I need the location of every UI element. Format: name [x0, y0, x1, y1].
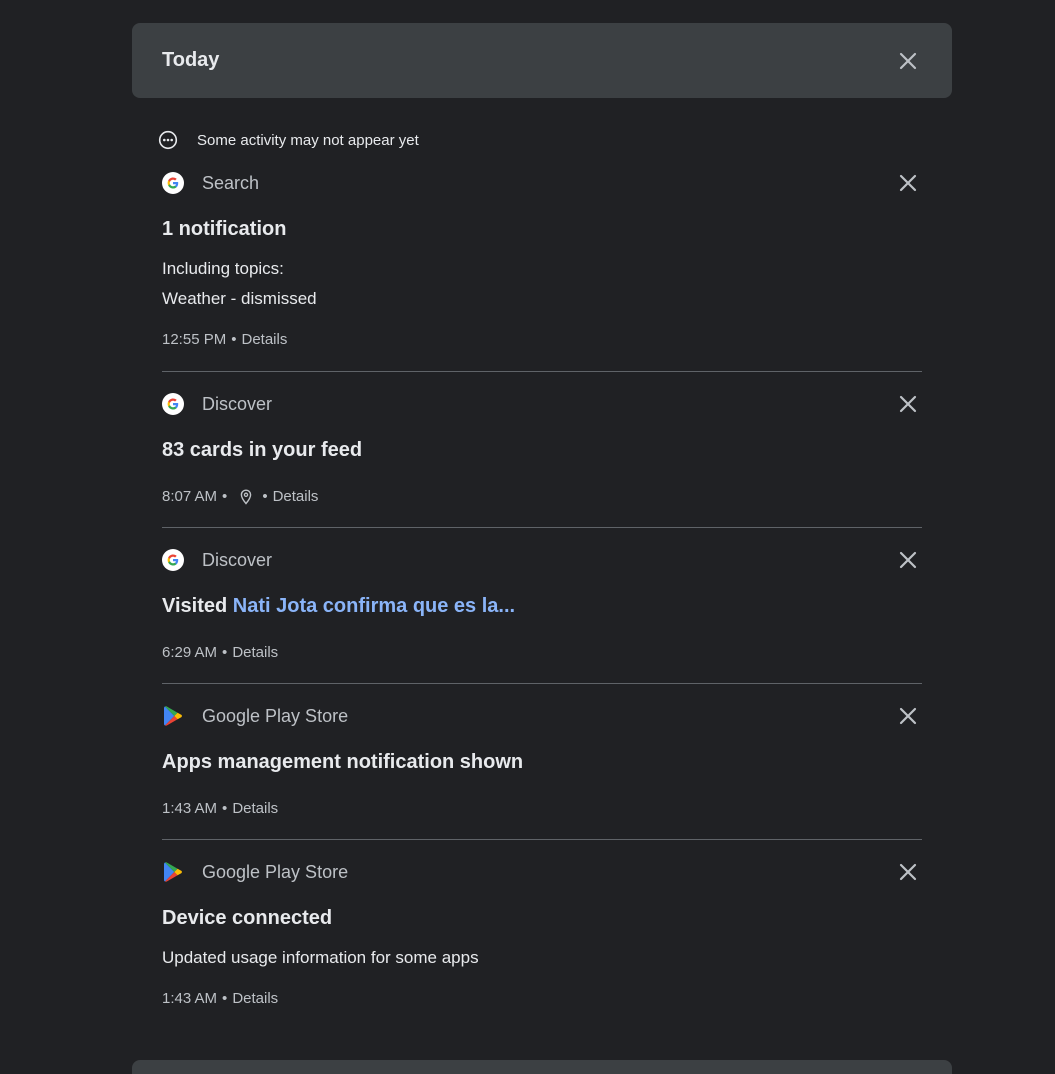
app-name: Discover [202, 549, 273, 570]
visited-page-link[interactable]: Nati Jota confirma que es la... [233, 595, 515, 617]
google-play-icon [164, 706, 182, 726]
activity-card: Google Play Store Apps management notifi… [162, 703, 922, 833]
activity-card: Search 1 notification Including topics: … [162, 170, 922, 360]
card-meta: 8:07 AM • • Details [162, 488, 318, 505]
day-title: Today [162, 49, 220, 71]
divider [162, 683, 922, 684]
close-icon [899, 174, 917, 192]
close-icon [899, 707, 917, 725]
card-line: Weather - dismissed [162, 289, 317, 308]
location-pin-icon[interactable] [239, 488, 253, 505]
day-header: Today [132, 23, 952, 98]
delete-item-button[interactable] [892, 388, 924, 420]
activity-card: Google Play Store Device connected Updat… [162, 859, 922, 1029]
timestamp: 1:43 AM [162, 800, 218, 817]
card-line: Including topics: [162, 259, 284, 278]
close-icon [899, 863, 917, 881]
card-meta: 12:55 PM • Details [162, 331, 287, 348]
divider [162, 839, 922, 840]
timestamp: 12:55 PM [162, 331, 227, 348]
card-title: 1 notification [162, 218, 287, 240]
separator: • [231, 331, 237, 348]
google-g-icon [162, 393, 184, 415]
delete-item-button[interactable] [892, 544, 924, 576]
visited-label: Visited [162, 595, 228, 617]
timestamp: 1:43 AM [162, 990, 218, 1007]
delete-item-button[interactable] [892, 167, 924, 199]
separator: • [222, 800, 228, 817]
separator: • [262, 488, 268, 505]
separator: • [222, 990, 228, 1007]
card-title: Visited Nati Jota confirma que es la... [162, 595, 515, 618]
card-meta: 1:43 AM • Details [162, 990, 278, 1007]
close-icon [899, 395, 917, 413]
card-title: Apps management notification shown [162, 751, 524, 773]
separator: • [222, 488, 228, 505]
notice-text: Some activity may not appear yet [197, 131, 419, 149]
more-horizontal-circle-icon [158, 130, 178, 150]
details-link[interactable]: Details [232, 644, 278, 661]
timestamp: 6:29 AM [162, 644, 218, 661]
next-day-header [132, 1060, 952, 1074]
close-icon [899, 52, 917, 70]
card-meta: 1:43 AM • Details [162, 800, 278, 817]
close-icon [899, 551, 917, 569]
google-play-icon [164, 862, 182, 882]
app-name: Search [202, 172, 260, 193]
card-title: 83 cards in your feed [162, 439, 363, 461]
separator: • [222, 644, 228, 661]
details-link[interactable]: Details [273, 488, 319, 505]
details-link[interactable]: Details [232, 990, 278, 1007]
details-link[interactable]: Details [232, 800, 278, 817]
activity-card: Discover 83 cards in your feed 8:07 AM •… [162, 391, 922, 521]
delete-day-button[interactable] [892, 45, 924, 77]
app-name: Discover [202, 393, 273, 414]
divider [162, 527, 922, 528]
delete-item-button[interactable] [892, 856, 924, 888]
delete-item-button[interactable] [892, 700, 924, 732]
google-g-icon [162, 549, 184, 571]
google-g-icon [162, 172, 184, 194]
activity-notice: Some activity may not appear yet [158, 128, 419, 152]
card-meta: 6:29 AM • Details [162, 644, 278, 661]
card-line: Updated usage information for some apps [162, 948, 479, 967]
card-title: Device connected [162, 907, 333, 929]
details-link[interactable]: Details [241, 331, 287, 348]
divider [162, 371, 922, 372]
app-name: Google Play Store [202, 861, 349, 882]
activity-card: Discover Visited Nati Jota confirma que … [162, 547, 922, 677]
timestamp: 8:07 AM [162, 488, 218, 505]
app-name: Google Play Store [202, 705, 349, 726]
activity-page: Today Some activity may not appear yet S… [0, 0, 1055, 1074]
